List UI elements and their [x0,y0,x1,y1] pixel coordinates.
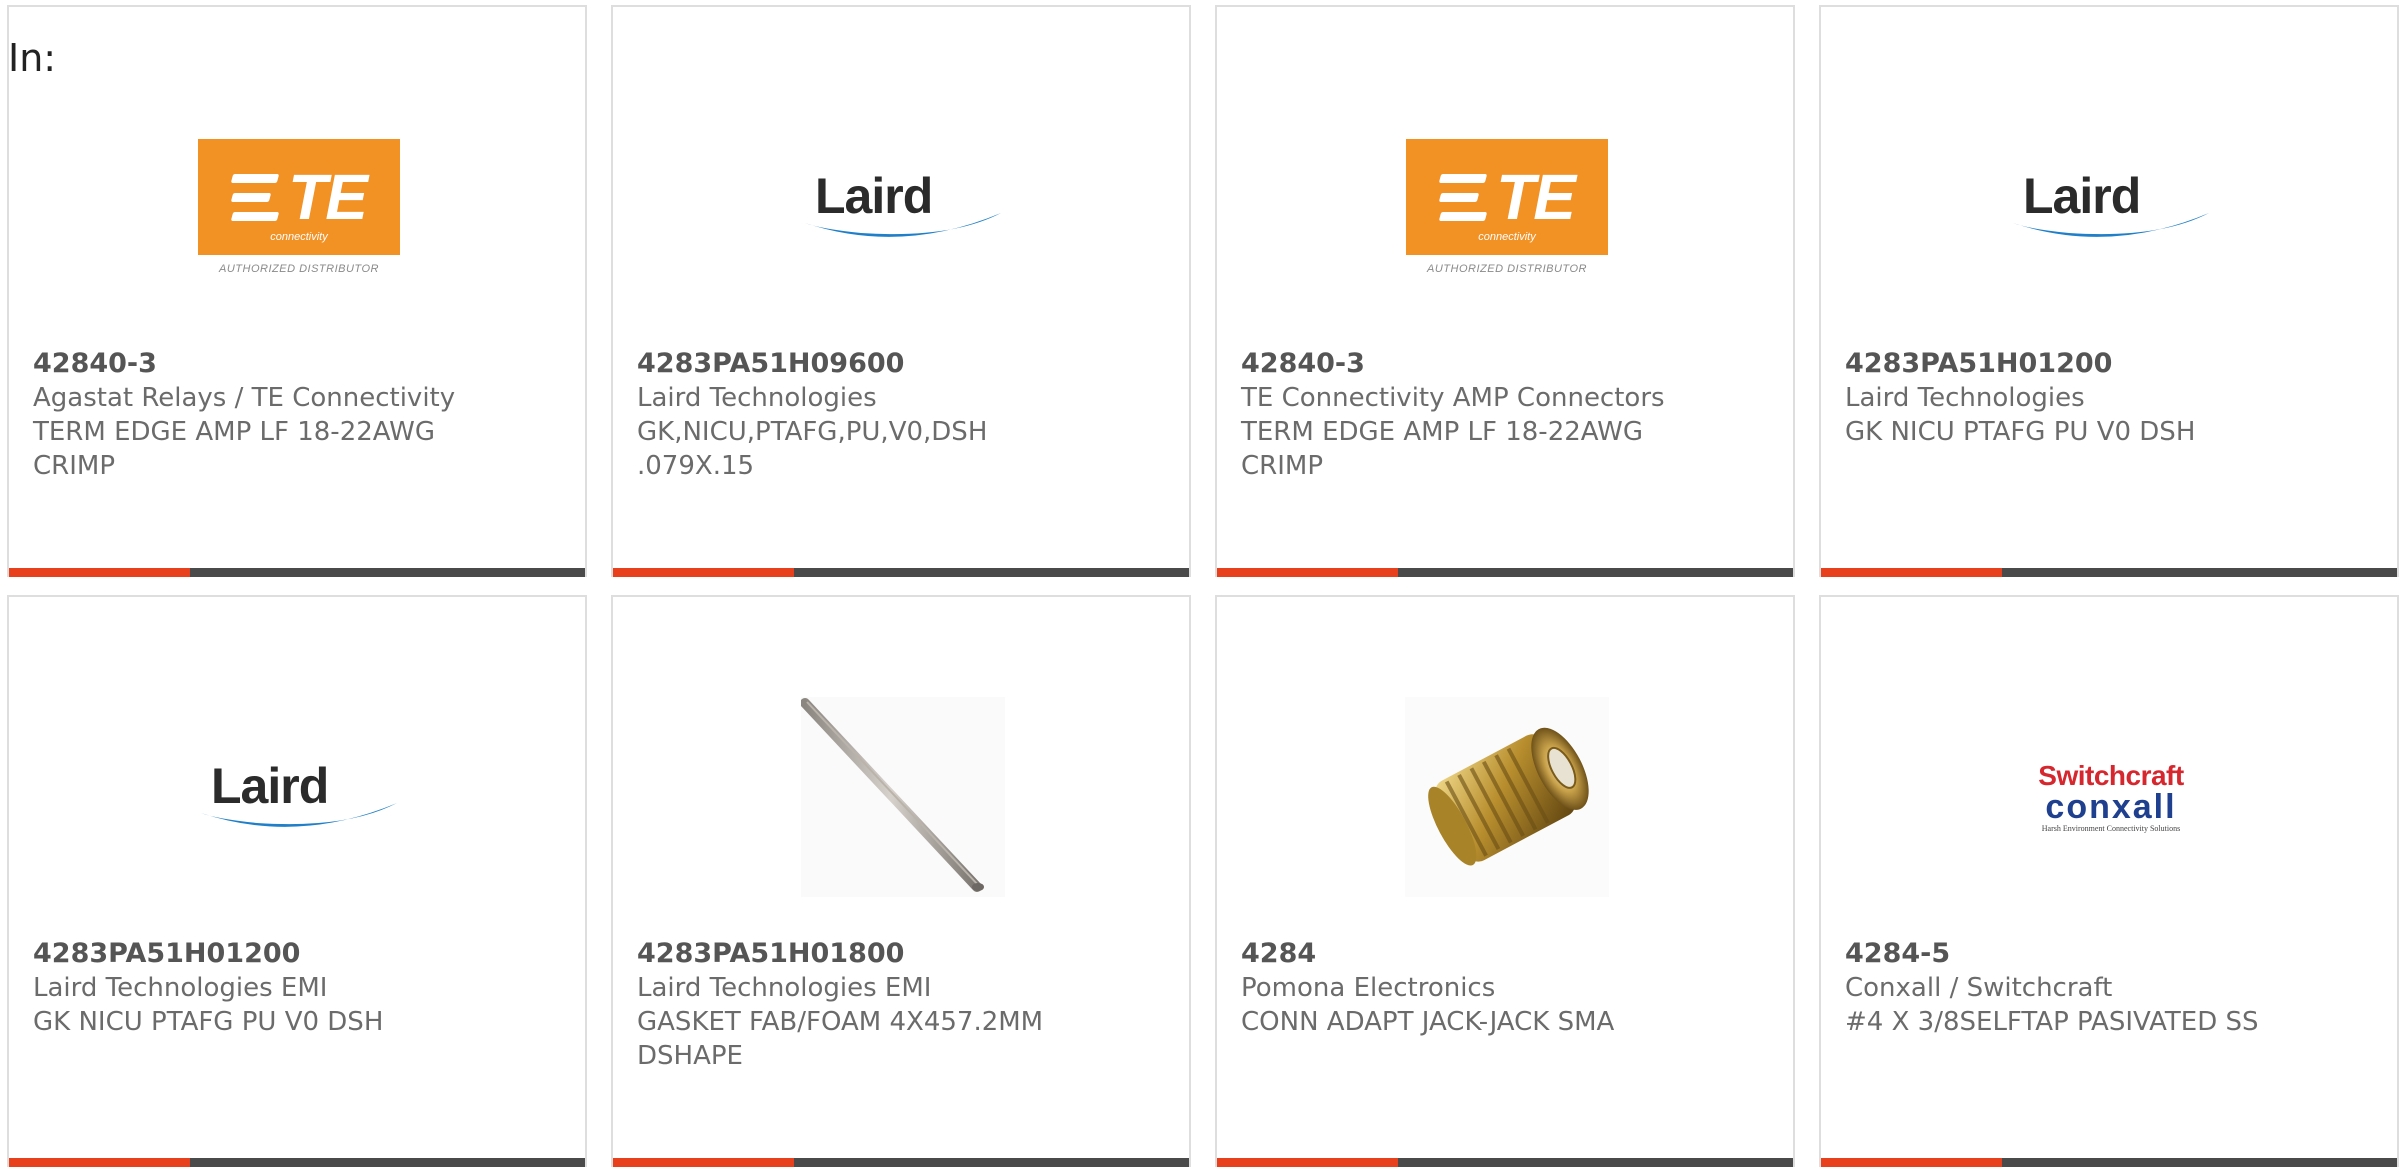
product-card[interactable]: Switchcraft conxall Harsh Environment Co… [1819,595,2399,1167]
product-image[interactable]: Laird [197,697,401,897]
part-number[interactable]: 4284 [1241,937,1769,971]
part-number[interactable]: 4283PA51H01200 [1845,347,2373,381]
part-number[interactable]: 4283PA51H01800 [637,937,1165,971]
card-accent-bar [613,1158,794,1167]
switchcraft-conxall-logo: Switchcraft conxall Harsh Environment Co… [2038,759,2184,833]
manufacturer: Pomona Electronics [1241,973,1496,1003]
description: TERM EDGE AMP LF 18-22AWG CRIMP [33,417,435,481]
product-card[interactable]: Laird 4283PA51H01200 Laird Technologies … [1819,5,2399,577]
manufacturer: Conxall / Switchcraft [1845,973,2113,1003]
product-image[interactable]: Laird [2009,107,2213,307]
product-image[interactable]: Laird [801,107,1005,307]
manufacturer: Laird Technologies [637,383,877,413]
laird-logo: Laird [197,757,401,837]
description: #4 X 3/8SELFTAP PASIVATED SS [1845,1007,2259,1037]
manufacturer: TE Connectivity AMP Connectors [1241,383,1665,413]
card-accent-bar [1217,568,1398,577]
manufacturer: Agastat Relays / TE Connectivity [33,383,456,413]
description: GK NICU PTAFG PU V0 DSH [1845,417,2196,447]
part-number[interactable]: 4283PA51H09600 [637,347,1165,381]
manufacturer: Laird Technologies EMI [637,973,932,1003]
part-number[interactable]: 42840-3 [1241,347,1769,381]
description: GASKET FAB/FOAM 4X457.2MM DSHAPE [637,1007,1044,1071]
product-card[interactable]: 4283PA51H01800 Laird Technologies EMI GA… [611,595,1191,1167]
product-image[interactable]: TE connectivity AUTHORIZED DISTRIBUTOR [197,107,401,307]
part-number[interactable]: 42840-3 [33,347,561,381]
description: TERM EDGE AMP LF 18-22AWG CRIMP [1241,417,1643,481]
gasket-photo [801,697,1005,897]
product-card[interactable]: 4284 Pomona Electronics CONN ADAPT JACK-… [1215,595,1795,1167]
product-card[interactable]: Laird 4283PA51H09600 Laird Technologies … [611,5,1191,577]
product-image[interactable]: Switchcraft conxall Harsh Environment Co… [2009,697,2213,897]
laird-logo: Laird [801,167,1005,247]
card-accent-bar [1217,1158,1398,1167]
laird-logo: Laird [2009,167,2213,247]
part-number[interactable]: 4283PA51H01200 [33,937,561,971]
card-accent-bar [1821,568,2002,577]
manufacturer: Laird Technologies [1845,383,2085,413]
product-image[interactable] [1405,697,1609,897]
in-label: In: [8,36,57,80]
manufacturer: Laird Technologies EMI [33,973,328,1003]
product-card[interactable]: TE connectivity AUTHORIZED DISTRIBUTOR 4… [1215,5,1795,577]
product-card[interactable]: TE connectivity AUTHORIZED DISTRIBUTOR 4… [7,5,587,577]
sma-adapter-photo [1405,697,1609,897]
product-card[interactable]: Laird 4283PA51H01200 Laird Technologies … [7,595,587,1167]
product-grid: TE connectivity AUTHORIZED DISTRIBUTOR 4… [7,5,2399,1167]
card-accent-bar [1821,1158,2002,1167]
description: GK,NICU,PTAFG,PU,V0,DSH .079X.15 [637,417,988,481]
te-connectivity-logo: TE connectivity AUTHORIZED DISTRIBUTOR [1406,139,1608,275]
part-number[interactable]: 4284-5 [1845,937,2373,971]
card-accent-bar [613,568,794,577]
product-image[interactable] [801,697,1005,897]
card-accent-bar [9,1158,190,1167]
description: CONN ADAPT JACK-JACK SMA [1241,1007,1615,1037]
product-image[interactable]: TE connectivity AUTHORIZED DISTRIBUTOR [1405,107,1609,307]
card-accent-bar [9,568,190,577]
te-connectivity-logo: TE connectivity AUTHORIZED DISTRIBUTOR [198,139,400,275]
description: GK NICU PTAFG PU V0 DSH [33,1007,384,1037]
